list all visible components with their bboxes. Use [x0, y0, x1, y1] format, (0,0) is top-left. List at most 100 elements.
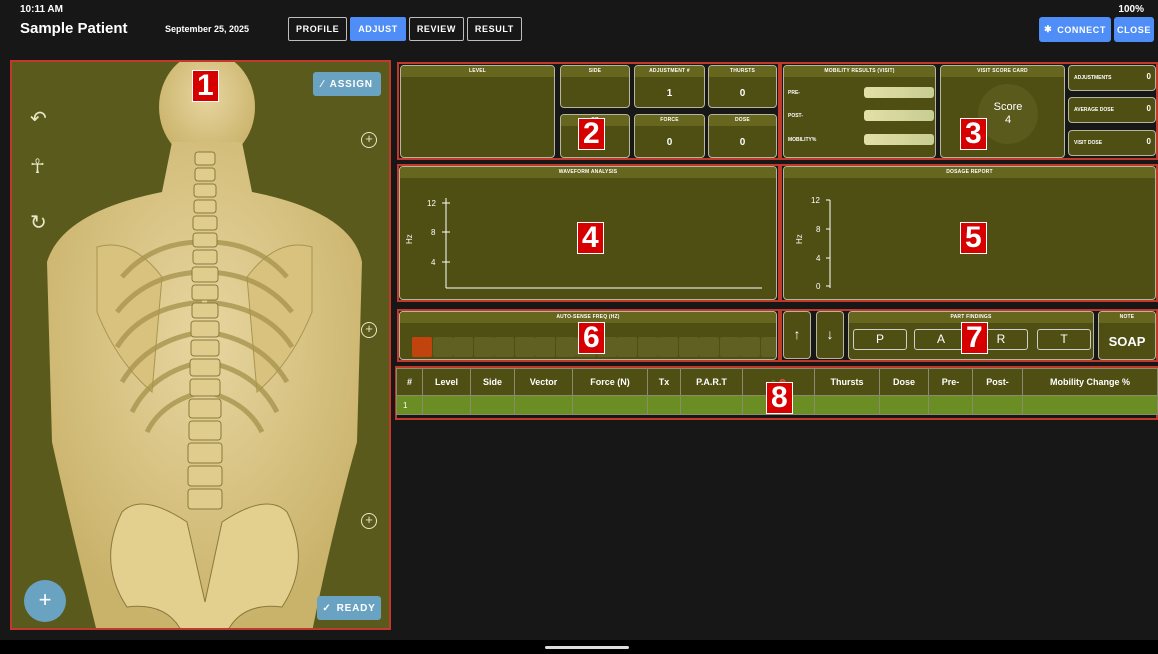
check-circle-icon: ✓ — [322, 602, 332, 614]
adjustments-stat-value: 0 — [1146, 72, 1151, 81]
frequency-segment — [555, 337, 576, 357]
table-cell — [422, 395, 471, 415]
spine-body-panel[interactable]: 1 ↶ ☥ ↻ + + + ∕ ASSIGN ✓ READY + — [10, 60, 391, 630]
tab-profile[interactable]: PROFILE — [288, 17, 348, 41]
tab-review[interactable]: REVIEW — [408, 17, 464, 41]
mobility-percent-label: MOBILITY% — [788, 137, 817, 143]
undo-icon[interactable]: ↶ — [30, 106, 47, 131]
thrusts-panel: THURSTS 0 — [708, 65, 777, 108]
visit-dose-label: VISIT DOSE — [1074, 140, 1103, 146]
table-cell — [514, 395, 573, 415]
soap-note-button[interactable]: NOTE SOAP — [1098, 311, 1156, 360]
frequency-segment — [740, 337, 760, 357]
mobility-results-panel: MOBILITY RESULTS (VISIT) PRE- POST- MOBI… — [783, 65, 936, 158]
force-panel: FORCE 0 — [634, 114, 705, 158]
status-time: 10:11 AM — [20, 4, 63, 15]
region-label-3: 3 — [960, 118, 987, 150]
part-p-button[interactable]: P — [853, 329, 907, 350]
arrow-up-button[interactable]: ↑ — [783, 311, 811, 359]
table-cell — [572, 395, 648, 415]
bluetooth-icon: ✱ — [1044, 24, 1053, 34]
dose-value: 0 — [739, 137, 746, 148]
table-cell — [928, 395, 973, 415]
dose-panel: DOSE 0 — [708, 114, 777, 158]
mobility-percent-bar — [864, 134, 934, 145]
note-title: NOTE — [1099, 312, 1155, 323]
assign-button[interactable]: ∕ ASSIGN — [313, 72, 381, 96]
mobility-title: MOBILITY RESULTS (VISIT) — [784, 66, 935, 77]
add-circle-icon[interactable]: + — [361, 322, 377, 338]
refresh-icon[interactable]: ↻ — [30, 210, 47, 235]
assign-label: ASSIGN — [329, 78, 373, 90]
region-label-7: 7 — [961, 322, 988, 354]
battery-level: 100% — [1118, 4, 1144, 15]
dose-title: DOSE — [709, 115, 776, 126]
connect-button[interactable]: ✱ CONNECT — [1039, 17, 1111, 42]
average-dose-label: AVERAGE DOSE — [1074, 107, 1114, 113]
frequency-segment — [719, 337, 740, 357]
part-a-button[interactable]: A — [914, 329, 968, 350]
average-dose-value: 0 — [1146, 104, 1151, 113]
tab-result[interactable]: RESULT — [466, 17, 522, 41]
col-dose: Dose — [879, 368, 929, 396]
add-circle-icon[interactable]: + — [361, 132, 377, 148]
region-label-5: 5 — [960, 222, 987, 254]
frequency-segment — [678, 337, 699, 357]
score-value: 4 — [1004, 114, 1012, 126]
arrow-down-button[interactable]: ↓ — [816, 311, 844, 359]
col-tx: Tx — [647, 368, 681, 396]
close-button[interactable]: CLOSE — [1114, 17, 1154, 42]
mobility-pre-label: PRE- — [788, 90, 800, 96]
col-part: P.A.R.T — [680, 368, 743, 396]
region-label-6: 6 — [578, 322, 605, 354]
adjustment-title: ADJUSTMENT # — [635, 66, 704, 77]
level-panel[interactable]: LEVEL — [400, 65, 555, 158]
spine-illustration — [47, 62, 362, 628]
connect-label: CONNECT — [1057, 24, 1106, 35]
average-dose-stat: AVERAGE DOSE 0 — [1068, 97, 1156, 123]
waveform-ylabel: Hz — [405, 234, 414, 244]
dosage-tick-label: 12 — [811, 196, 820, 205]
tab-adjust[interactable]: ADJUST — [350, 17, 406, 41]
frequency-segment — [453, 337, 473, 357]
region-label-2: 2 — [578, 118, 605, 150]
thrusts-value: 0 — [739, 88, 746, 99]
col-level: Level — [422, 368, 471, 396]
col-pre: Pre- — [928, 368, 973, 396]
frequency-segment — [432, 337, 453, 357]
dosage-tick-label: 8 — [816, 225, 821, 234]
table-cell: 1 — [396, 395, 423, 415]
table-cell — [680, 395, 743, 415]
waveform-title: WAVEFORM ANALYSIS — [400, 167, 776, 178]
frequency-segment — [473, 337, 494, 357]
adjustments-stat-label: ADJUSTMENTS — [1074, 75, 1112, 81]
table-cell — [814, 395, 880, 415]
waveform-tick-label: 4 — [431, 258, 436, 267]
body-posture-icon[interactable]: ☥ — [30, 154, 45, 179]
score-circle: Score 4 — [978, 84, 1038, 144]
ready-button[interactable]: ✓ READY — [317, 596, 381, 620]
mobility-post-bar — [864, 110, 934, 121]
force-value: 0 — [666, 137, 673, 148]
tab-bar: PROFILE ADJUST REVIEW RESULT — [288, 17, 522, 41]
col-vector: Vector — [514, 368, 573, 396]
add-circle-icon[interactable]: + — [361, 513, 377, 529]
visit-dose-stat: VISIT DOSE 0 — [1068, 130, 1156, 156]
table-cell — [1022, 395, 1158, 415]
side-panel[interactable]: SIDE — [560, 65, 630, 108]
table-cell — [879, 395, 929, 415]
col-number: # — [396, 368, 423, 396]
dosage-ylabel: Hz — [795, 234, 804, 244]
home-indicator[interactable] — [545, 646, 629, 649]
frequency-segment — [494, 337, 514, 357]
region-label-1: 1 — [192, 70, 219, 102]
part-t-button[interactable]: T — [1037, 329, 1091, 350]
add-fab-button[interactable]: + — [24, 580, 66, 622]
dosage-tick-label: 4 — [816, 254, 821, 263]
visit-dose-value: 0 — [1146, 137, 1151, 146]
score-label: Score — [993, 101, 1023, 113]
dosage-title: DOSAGE REPORT — [784, 167, 1155, 178]
frequency-segment — [699, 337, 719, 357]
frequency-segment — [535, 337, 555, 357]
waveform-tick-label: 8 — [431, 228, 436, 237]
